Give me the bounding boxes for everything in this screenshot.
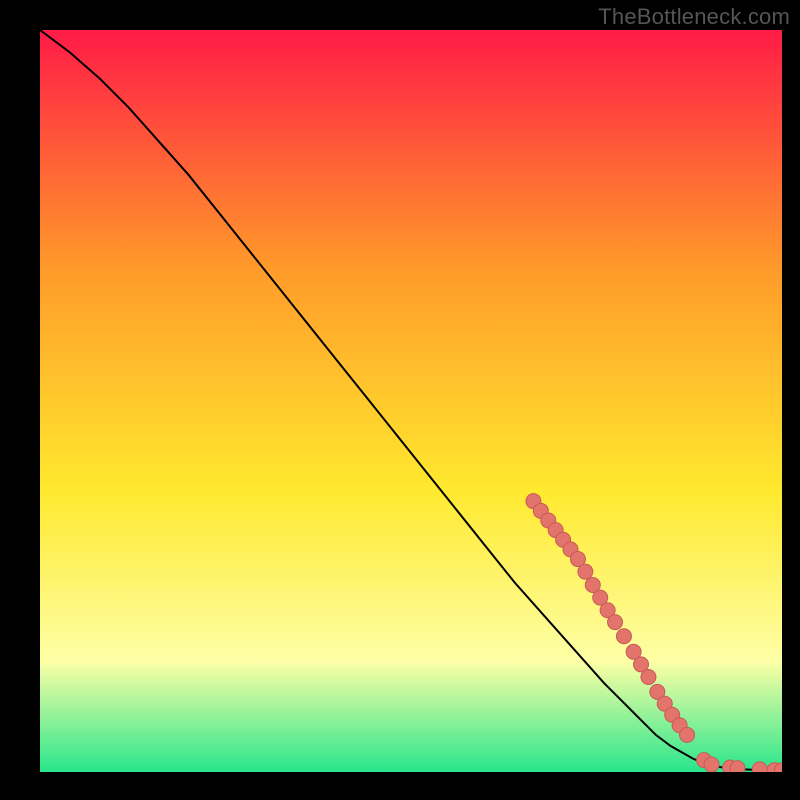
data-dot xyxy=(608,615,623,630)
data-dot xyxy=(578,564,593,579)
watermark-text: TheBottleneck.com xyxy=(598,4,790,30)
chart-svg xyxy=(40,30,782,772)
data-dot xyxy=(680,727,695,742)
data-dot xyxy=(641,670,656,685)
plot-area xyxy=(40,30,782,772)
data-dot xyxy=(752,762,767,772)
data-dot xyxy=(616,629,631,644)
chart-frame: TheBottleneck.com xyxy=(0,0,800,800)
gradient-background xyxy=(40,30,782,772)
data-dot xyxy=(730,761,745,772)
data-dot xyxy=(704,757,719,772)
